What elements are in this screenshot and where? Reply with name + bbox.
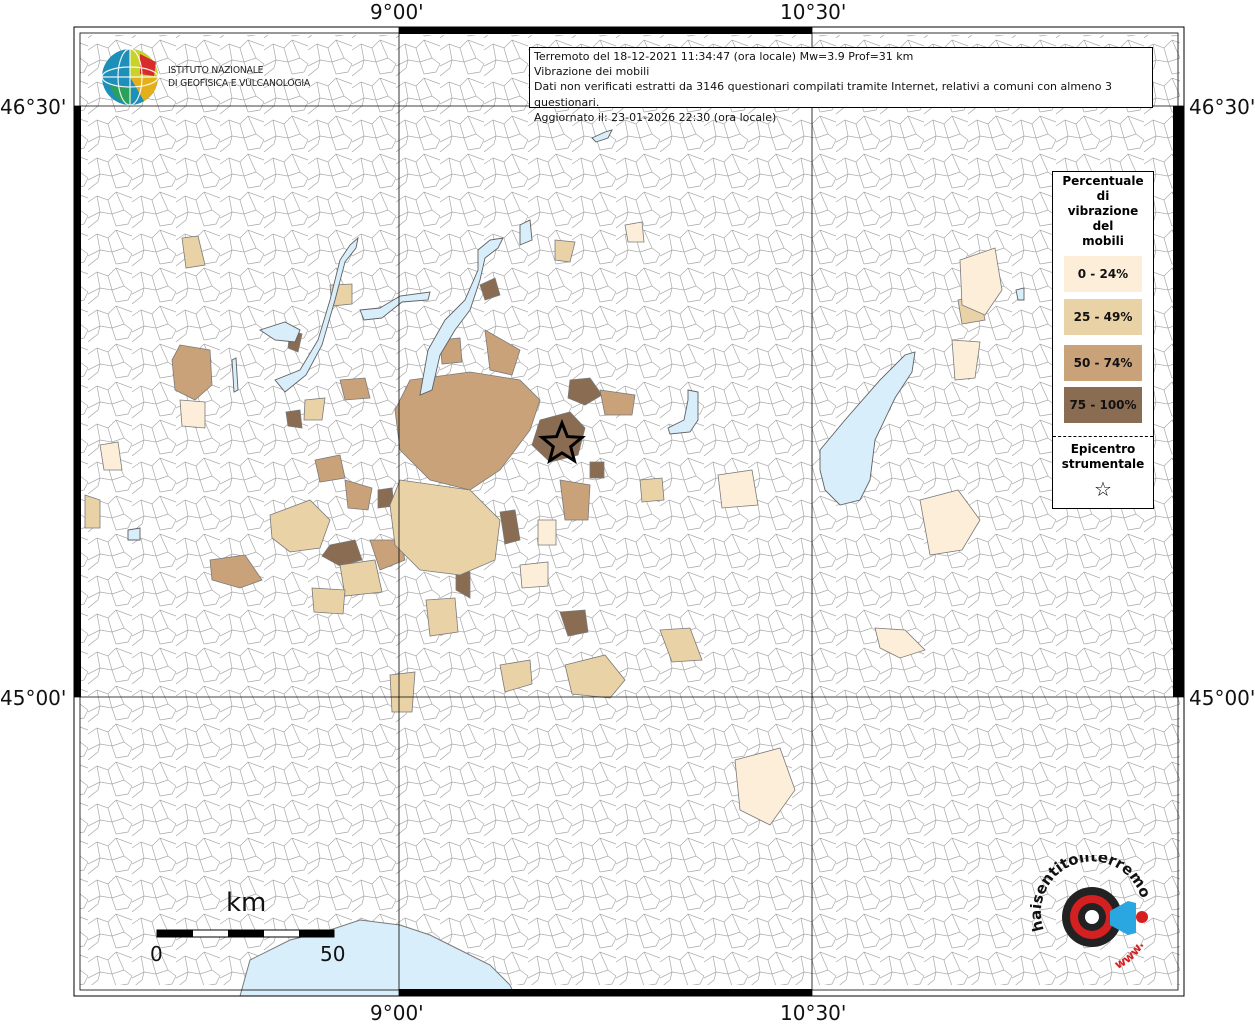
haisentito-logo: haisentitoilterremoto.it www. <box>1025 841 1165 975</box>
left-tick-45-00: 45°00' <box>0 686 67 710</box>
epicenter-title-line: Epicentro <box>1070 442 1136 456</box>
legend-title-line: mobili <box>1082 234 1124 248</box>
legend: Percentuale di vibrazione del mobili 0 -… <box>1052 171 1154 509</box>
ingv-globe-icon <box>101 48 159 106</box>
right-tick-45-00: 45°00' <box>1189 686 1255 710</box>
scale-bar <box>156 929 335 938</box>
left-tick-46-30: 46°30' <box>0 95 67 119</box>
haisentito-www-text: www. <box>1112 939 1146 972</box>
legend-title-line: Percentuale <box>1062 174 1144 188</box>
top-tick-9-00: 9°00' <box>370 0 424 24</box>
ingv-name-line2: DI GEOFISICA E VULCANOLOGIA <box>168 78 311 89</box>
updated-line: Aggiornato il: 23-01-2026 22:30 (ora loc… <box>534 110 777 124</box>
bottom-tick-10-30: 10°30' <box>780 1001 847 1025</box>
data-note-line: Dati non verificati estratti da 3146 que… <box>534 80 1113 109</box>
ingv-name-line1: ISTITUTO NAZIONALE <box>168 65 264 76</box>
legend-title-line: del <box>1092 219 1114 233</box>
right-tick-46-30: 46°30' <box>1189 95 1255 119</box>
scale-max-label: 50 <box>320 942 346 966</box>
epicenter-legend-title: Epicentro strumentale <box>1053 442 1153 472</box>
star-icon: ☆ <box>1094 477 1112 501</box>
legend-class-75-100: 75 - 100% <box>1064 387 1142 423</box>
parameter-line: Vibrazione dei mobili <box>534 65 650 79</box>
legend-class-25-49: 25 - 49% <box>1064 299 1142 335</box>
event-info-box: Terremoto del 18-12-2021 11:34:47 (ora l… <box>529 47 1153 124</box>
legend-title-line: di <box>1096 189 1110 203</box>
ingv-logo: ISTITUTO NAZIONALE DI GEOFISICA E VULCAN… <box>100 48 340 106</box>
scale-unit: km <box>226 888 267 918</box>
top-tick-10-30: 10°30' <box>780 0 847 24</box>
legend-class-50-74: 50 - 74% <box>1064 345 1142 381</box>
legend-title-line: vibrazione <box>1067 204 1139 218</box>
svg-text:www.: www. <box>1112 939 1146 972</box>
scale-min-label: 0 <box>150 942 163 966</box>
epicenter-title-line: strumentale <box>1061 457 1145 471</box>
legend-title: Percentuale di vibrazione del mobili <box>1053 174 1153 249</box>
haisentito-logo-icon: haisentitoilterremoto.it www. <box>1025 841 1155 972</box>
bottom-tick-9-00: 9°00' <box>370 1001 424 1025</box>
event-line: Terremoto del 18-12-2021 11:34:47 (ora l… <box>534 50 914 63</box>
legend-class-0-24: 0 - 24% <box>1064 256 1142 292</box>
legend-separator <box>1053 436 1153 437</box>
